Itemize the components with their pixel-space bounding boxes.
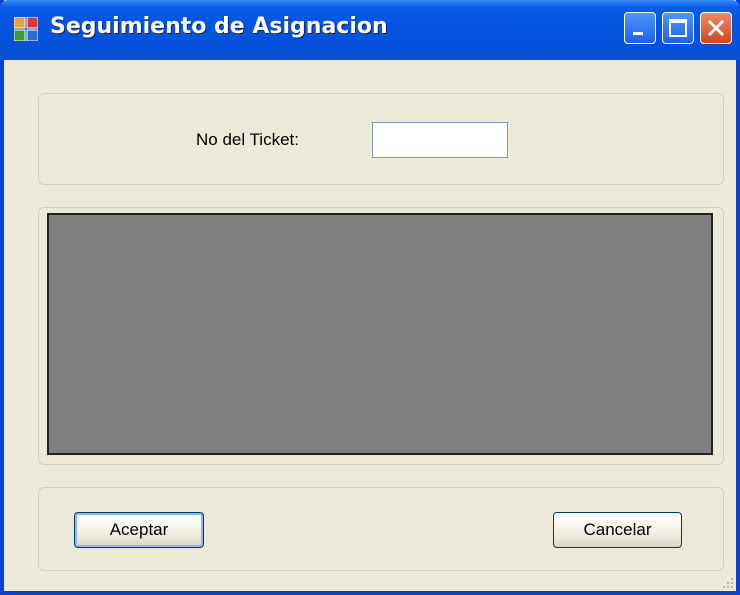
minimize-icon bbox=[633, 32, 643, 35]
maximize-button[interactable] bbox=[662, 12, 694, 44]
resize-grip-icon[interactable] bbox=[722, 577, 734, 589]
results-panel bbox=[47, 213, 713, 455]
window-title: Seguimiento de Asignacion bbox=[50, 14, 388, 39]
close-button[interactable] bbox=[700, 12, 732, 44]
minimize-button[interactable] bbox=[624, 12, 656, 44]
accept-button[interactable]: Aceptar bbox=[74, 512, 204, 548]
ticket-number-input[interactable] bbox=[372, 122, 508, 158]
accept-button-label: Aceptar bbox=[109, 520, 169, 539]
app-icon bbox=[14, 17, 38, 41]
cancel-button-label: Cancelar bbox=[583, 520, 652, 539]
title-bar[interactable]: Seguimiento de Asignacion bbox=[0, 0, 740, 60]
close-icon bbox=[707, 19, 725, 37]
cancel-button[interactable]: Cancelar bbox=[553, 512, 682, 548]
maximize-icon bbox=[669, 19, 687, 37]
ticket-number-label: No del Ticket: bbox=[196, 130, 299, 149]
